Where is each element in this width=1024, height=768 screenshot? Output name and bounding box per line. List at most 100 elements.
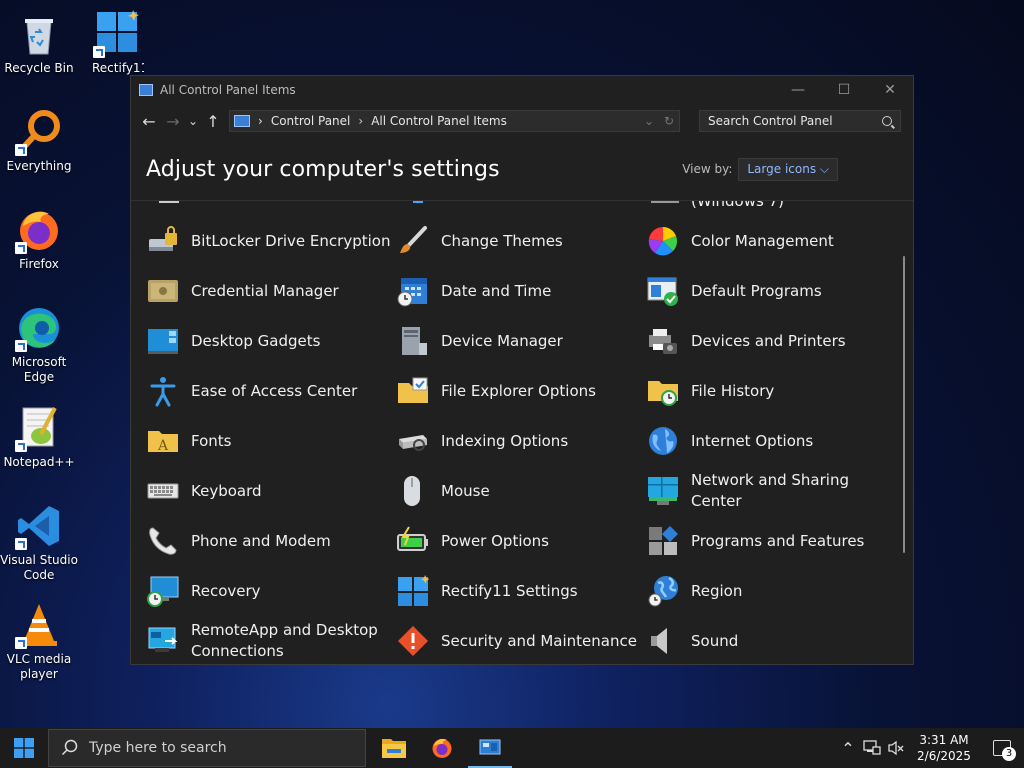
desktop-icon-vlc[interactable]: VLC media player	[0, 601, 78, 682]
forward-button[interactable]: →	[161, 108, 185, 134]
cp-item-keyboard[interactable]: Keyboard	[147, 469, 262, 513]
desktop-icon-everything[interactable]: Everything	[0, 108, 78, 174]
cp-item-rectify11-settings[interactable]: Rectify11 Settings	[397, 569, 578, 613]
cp-item-label: Devices and Printers	[691, 331, 846, 350]
shortcut-arrow-icon	[15, 242, 27, 254]
maximize-button[interactable]: ☐	[821, 76, 867, 104]
cp-item-label: Mouse	[441, 481, 490, 500]
cp-item-devices-printers[interactable]: Devices and Printers	[647, 319, 846, 363]
desktop-icon-vscode[interactable]: Visual Studio Code	[0, 502, 78, 583]
search-icon[interactable]	[882, 116, 892, 126]
search-box[interactable]: Search Control Panel	[699, 110, 901, 132]
cp-item-date-time[interactable]: Date and Time	[397, 269, 551, 313]
taskbar-firefox[interactable]	[418, 728, 466, 768]
address-dropdown-button[interactable]: ⌄	[639, 114, 659, 128]
cp-item-security-maintenance[interactable]: Security and Maintenance	[397, 619, 637, 663]
cp-item-sound[interactable]: Sound	[647, 619, 738, 663]
recycle-bin-icon	[15, 10, 63, 58]
remoteapp-icon	[147, 625, 179, 657]
partial-item-label[interactable]: (Windows 7)	[691, 201, 784, 210]
vertical-scrollbar[interactable]	[903, 256, 905, 553]
control-panel-icon	[234, 115, 250, 127]
cp-item-remoteapp[interactable]: RemoteApp and Desktop Connections	[147, 619, 381, 663]
cp-item-credential-manager[interactable]: Credential Manager	[147, 269, 339, 313]
close-button[interactable]: ✕	[867, 76, 913, 104]
cp-item-change-themes[interactable]: Change Themes	[397, 219, 563, 263]
network-icon[interactable]	[860, 740, 884, 756]
items-grid: (Windows 7) BitLocker Drive Encryption C…	[131, 201, 913, 664]
desktop-icon-recycle-bin[interactable]: Recycle Bin	[0, 10, 78, 76]
recent-locations-button[interactable]: ⌄	[185, 108, 201, 134]
accessibility-icon	[147, 375, 179, 407]
cp-item-recovery[interactable]: Recovery	[147, 569, 261, 613]
cp-item-network-sharing[interactable]: Network and Sharing Center	[647, 469, 849, 513]
desktop-icon-notepadpp[interactable]: Notepad++	[0, 404, 78, 470]
network-icon	[647, 475, 679, 507]
cp-item-fonts[interactable]: A Fonts	[147, 419, 231, 463]
control-panel-icon	[139, 84, 153, 96]
desktop-icon-rectify11-control[interactable]: Rectify11 Contro	[78, 10, 156, 76]
calendar-clock-icon	[397, 275, 429, 307]
cp-item-region[interactable]: Region	[647, 569, 742, 613]
cp-item-file-explorer-options[interactable]: File Explorer Options	[397, 369, 596, 413]
start-button[interactable]	[0, 728, 48, 768]
taskbar-control-panel[interactable]	[466, 728, 514, 768]
desktop-icon-edge[interactable]: Microsoft Edge	[0, 304, 78, 385]
desktop-icon-label: Firefox	[19, 257, 59, 271]
desktop-icon-label: Everything	[6, 159, 72, 173]
volume-muted-icon[interactable]	[884, 740, 908, 756]
cp-item-file-history[interactable]: File History	[647, 369, 774, 413]
cp-item-ease-of-access[interactable]: Ease of Access Center	[147, 369, 357, 413]
taskbar-search-box[interactable]: Type here to search	[48, 729, 366, 767]
cp-item-default-programs[interactable]: Default Programs	[647, 269, 822, 313]
clock[interactable]: 3:31 AM 2/6/2025	[908, 732, 980, 764]
cp-item-phone-modem[interactable]: Phone and Modem	[147, 519, 331, 563]
minimize-button[interactable]: —	[775, 76, 821, 104]
up-button[interactable]: ↑	[201, 108, 225, 134]
breadcrumb-control-panel[interactable]: Control Panel	[271, 114, 351, 128]
desktop-icon-label: Microsoft Edge	[11, 355, 67, 384]
desktop-icon-firefox[interactable]: Firefox	[0, 206, 78, 272]
desktop-icon-label: Notepad++	[3, 455, 75, 469]
vlc-icon	[15, 601, 63, 649]
breadcrumb-all-items[interactable]: All Control Panel Items	[371, 114, 507, 128]
printer-icon	[647, 325, 679, 357]
cp-item-internet-options[interactable]: Internet Options	[647, 419, 813, 463]
notification-icon: 3	[993, 740, 1016, 761]
cp-item-label: Device Manager	[441, 331, 563, 350]
shortcut-arrow-icon	[15, 637, 27, 649]
desktop-icon-label: Rectify11 Contro	[92, 61, 144, 75]
page-header: Adjust your computer's settings View by:…	[131, 138, 913, 201]
notification-center-button[interactable]: 3	[980, 740, 1024, 761]
title-bar[interactable]: All Control Panel Items — ☐ ✕	[131, 76, 913, 104]
breadcrumb-separator: ›	[358, 114, 364, 128]
refresh-button[interactable]: ↻	[659, 114, 679, 128]
cp-item-color-management[interactable]: Color Management	[647, 219, 834, 263]
tray-overflow-chevron[interactable]: ⌃	[836, 739, 860, 758]
cp-item-label: RemoteApp and Desktop Connections	[191, 621, 378, 660]
cp-item-label: Network and Sharing Center	[691, 471, 849, 510]
security-flag-icon	[397, 625, 429, 657]
fonts-folder-icon: A	[147, 425, 179, 457]
cp-item-indexing-options[interactable]: Indexing Options	[397, 419, 568, 463]
cp-item-label: Color Management	[691, 231, 834, 250]
control-panel-icon	[479, 739, 501, 755]
firefox-icon	[15, 206, 63, 254]
view-by-dropdown[interactable]: Large icons ⌵	[738, 157, 838, 181]
cp-item-programs-features[interactable]: Programs and Features	[647, 519, 864, 563]
keyboard-icon	[147, 475, 179, 507]
view-by-label: View by:	[682, 162, 733, 176]
cp-item-device-manager[interactable]: Device Manager	[397, 319, 563, 363]
cp-item-label: Recovery	[191, 581, 261, 600]
notepadpp-icon	[15, 404, 63, 452]
cp-item-desktop-gadgets[interactable]: Desktop Gadgets	[147, 319, 320, 363]
cp-item-mouse[interactable]: Mouse	[397, 469, 490, 513]
shortcut-arrow-icon	[15, 538, 27, 550]
address-bar[interactable]: › Control Panel › All Control Panel Item…	[229, 110, 680, 132]
taskbar-file-explorer[interactable]	[370, 728, 418, 768]
cp-item-power-options[interactable]: Power Options	[397, 519, 549, 563]
rectify11-control-icon	[93, 10, 141, 58]
back-button[interactable]: ←	[137, 108, 161, 134]
cp-item-label: Desktop Gadgets	[191, 331, 321, 350]
cp-item-bitlocker[interactable]: BitLocker Drive Encryption	[147, 219, 390, 263]
